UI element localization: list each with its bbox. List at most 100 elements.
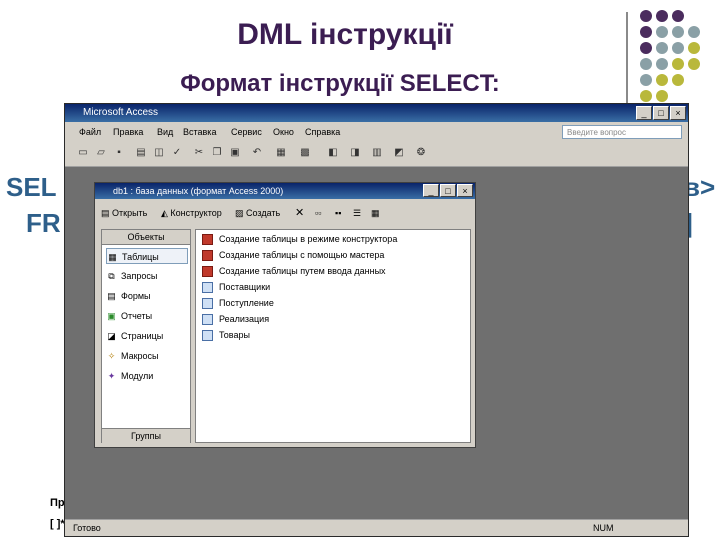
objects-item-forms[interactable]: ▤ Формы	[106, 288, 188, 304]
office-assistant-icon[interactable]: ❂	[415, 147, 427, 159]
objects-pane: Объекты ▦ Таблицы ⧉ Запросы ▤ Формы ▣ Отчеты…	[101, 229, 191, 443]
objects-item-pages[interactable]: ◪ Страницы	[106, 328, 188, 344]
list-item[interactable]: Создание таблицы в режиме конструктора	[202, 232, 397, 247]
db-create-button[interactable]: ▨ Создать	[235, 200, 280, 226]
save-icon[interactable]: ▪	[113, 147, 125, 159]
access-window-controls: _ □ ×	[636, 106, 686, 120]
new-icon[interactable]: ▭	[77, 147, 89, 159]
design-icon: ◭	[161, 208, 171, 218]
objects-item-label: Макросы	[121, 351, 159, 361]
undo-icon[interactable]: ↶	[251, 147, 263, 159]
objects-item-reports[interactable]: ▣ Отчеты	[106, 308, 188, 324]
menu-help[interactable]: Справка	[305, 122, 340, 142]
list-item[interactable]: Поступление	[202, 296, 274, 311]
main-toolbar: ▭ ▱ ▪ ▤ ◫ ✓ ✂ ❐ ▣ ↶ ▦ ▩ ◧ ◨ ▥ ◩ ❂	[65, 142, 688, 167]
small-icons-icon[interactable]: ▪▪	[335, 200, 341, 226]
table-icon	[202, 282, 213, 294]
slide-title: DML інструкції	[237, 18, 453, 51]
maximize-icon[interactable]: □	[653, 106, 669, 120]
minimize-icon[interactable]: _	[636, 106, 652, 120]
create-table-wizard-icon	[202, 250, 213, 262]
objects-item-label: Страницы	[121, 331, 164, 341]
preview-icon[interactable]: ◫	[153, 147, 165, 159]
close-icon[interactable]: ×	[670, 106, 686, 120]
help-search-input[interactable]: Введите вопрос	[562, 125, 682, 139]
list-item[interactable]: Поставщики	[202, 280, 270, 295]
properties-icon[interactable]: ◨	[349, 147, 361, 159]
objects-item-macros[interactable]: ✧ Макросы	[106, 348, 188, 364]
db-toolbar: ▤ Открыть ◭ Конструктор ▨ Создать ✕ ▫▫ ▪…	[95, 200, 475, 226]
table-icon	[202, 330, 213, 342]
list-item-label: Создание таблицы путем ввода данных	[219, 266, 386, 276]
delete-icon[interactable]: ✕	[295, 200, 304, 226]
table-icon: ▦	[108, 252, 117, 263]
cut-icon[interactable]: ✂	[193, 147, 205, 159]
spell-icon[interactable]: ✓	[171, 147, 183, 159]
list-item[interactable]: Товары	[202, 328, 250, 343]
macro-icon: ✧	[107, 351, 116, 362]
bg-text-bracket: [ ]*	[50, 518, 65, 530]
create-icon: ▨	[235, 208, 247, 218]
db-open-label: Открыть	[112, 208, 148, 218]
new-object-icon[interactable]: ◩	[393, 147, 405, 159]
bg-code-from: FR	[26, 208, 61, 238]
table-icon	[202, 314, 213, 326]
details-view-icon[interactable]: ▦	[371, 200, 380, 226]
db-open-button[interactable]: ▤ Открыть	[101, 200, 147, 226]
list-item-label: Поставщики	[219, 282, 271, 292]
objects-item-label: Запросы	[121, 271, 158, 281]
list-item-label: Поступление	[219, 298, 274, 308]
slide-subtitle: Формат інструкції SELECT:	[180, 70, 500, 97]
objects-item-queries[interactable]: ⧉ Запросы	[106, 268, 188, 284]
links-icon[interactable]: ▦	[275, 147, 287, 159]
copy-icon[interactable]: ❐	[211, 147, 223, 159]
open-icon[interactable]: ▱	[95, 147, 107, 159]
report-icon: ▣	[107, 311, 116, 322]
create-table-wizard-icon	[202, 266, 213, 278]
module-icon: ✦	[107, 371, 116, 382]
print-icon[interactable]: ▤	[135, 147, 147, 159]
create-table-wizard-icon	[202, 234, 213, 246]
db-title-text: db1 : база данных (формат Access 2000)	[113, 186, 284, 196]
menu-insert[interactable]: Вставка	[183, 122, 216, 142]
list-item[interactable]: Создание таблицы путем ввода данных	[202, 264, 386, 279]
list-item-label: Создание таблицы в режиме конструктора	[219, 234, 398, 244]
db-design-button[interactable]: ◭ Конструктор	[161, 200, 222, 226]
menu-window[interactable]: Окно	[273, 122, 294, 142]
bg-text-pr: Пр	[50, 497, 65, 509]
menu-file[interactable]: Файл	[79, 122, 101, 142]
objects-header[interactable]: Объекты	[102, 230, 190, 245]
status-bar: Готово NUM	[65, 519, 688, 536]
objects-item-label: Формы	[121, 291, 151, 301]
page-icon: ◪	[107, 331, 116, 342]
large-icons-icon[interactable]: ▫▫	[315, 200, 321, 226]
objects-item-modules[interactable]: ✦ Модули	[106, 368, 188, 384]
groups-header[interactable]: Группы	[102, 428, 190, 443]
db-maximize-icon[interactable]: □	[440, 184, 456, 197]
db-window-controls: _ □ ×	[423, 184, 473, 197]
bg-code-select: SEL	[6, 172, 57, 202]
status-text: Готово	[73, 523, 101, 533]
objects-item-label: Отчеты	[121, 311, 153, 321]
paste-icon[interactable]: ▣	[229, 147, 241, 159]
db-create-label: Создать	[246, 208, 281, 218]
access-title-text: Microsoft Access	[83, 107, 159, 118]
menu-tools[interactable]: Сервис	[231, 122, 262, 142]
analyze-icon[interactable]: ▩	[299, 147, 311, 159]
list-item-label: Реализация	[219, 314, 270, 324]
list-item[interactable]: Создание таблицы с помощью мастера	[202, 248, 384, 263]
menu-edit[interactable]: Правка	[113, 122, 143, 142]
code-icon[interactable]: ◧	[327, 147, 339, 159]
menu-view[interactable]: Вид	[157, 122, 173, 142]
database-window: db1 : база данных (формат Access 2000) _…	[94, 182, 476, 448]
list-view-icon[interactable]: ☰	[353, 200, 361, 226]
objects-item-tables[interactable]: ▦ Таблицы	[106, 248, 188, 264]
list-item-label: Создание таблицы с помощью мастера	[219, 250, 385, 260]
form-icon: ▤	[107, 291, 116, 302]
db-minimize-icon[interactable]: _	[423, 184, 439, 197]
relations-icon[interactable]: ▥	[371, 147, 383, 159]
list-item[interactable]: Реализация	[202, 312, 269, 327]
db-close-icon[interactable]: ×	[457, 184, 473, 197]
objects-item-label: Модули	[121, 371, 154, 381]
status-num: NUM	[593, 523, 614, 533]
